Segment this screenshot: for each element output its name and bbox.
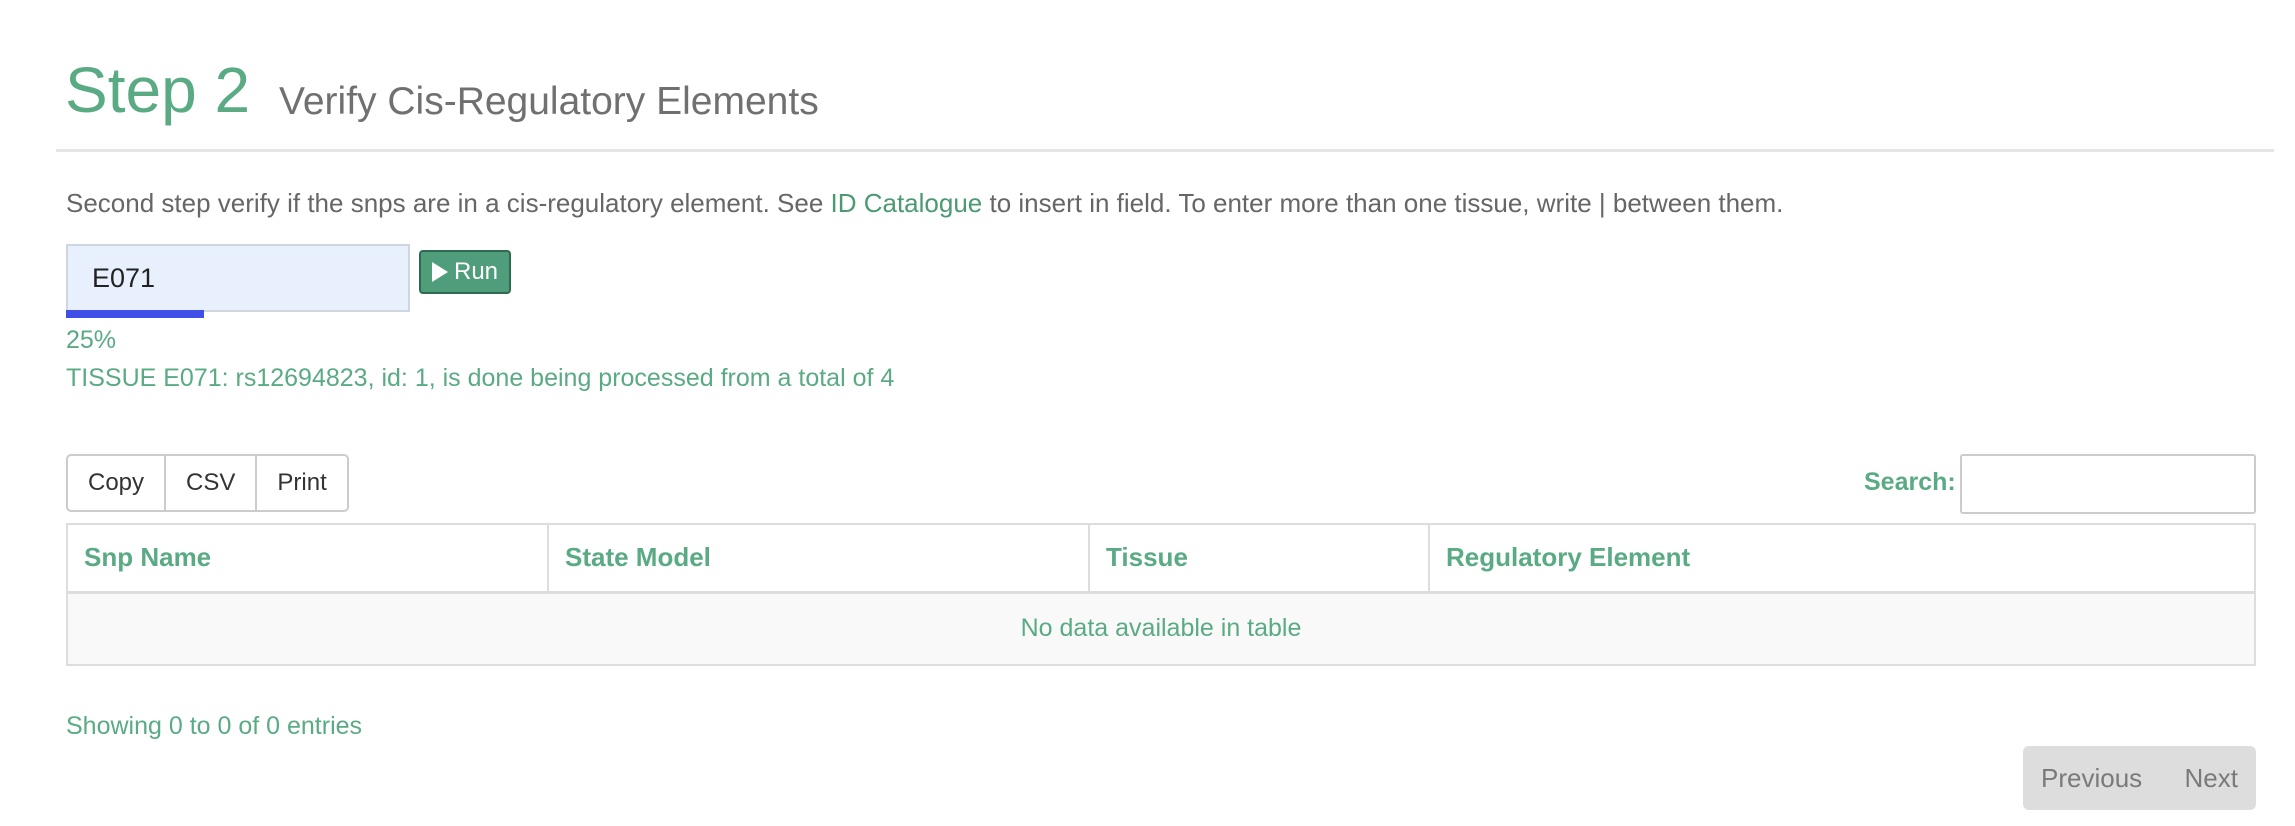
search-label: Search: <box>1864 468 1956 496</box>
header-divider <box>56 149 2274 152</box>
next-button[interactable]: Next <box>2185 763 2238 794</box>
print-button[interactable]: Print <box>257 456 346 510</box>
progress-bar-fill <box>66 310 204 318</box>
column-header-regulatory-element[interactable]: Regulatory Element <box>1429 524 2255 594</box>
results-table: Snp Name State Model Tissue Regulatory E… <box>66 523 2256 666</box>
column-header-state-model[interactable]: State Model <box>548 524 1090 594</box>
column-header-tissue[interactable]: Tissue <box>1089 524 1430 594</box>
progress-bar <box>66 310 616 318</box>
play-icon <box>431 262 448 282</box>
previous-button[interactable]: Previous <box>2041 763 2142 794</box>
table-row: No data available in table <box>67 592 2255 665</box>
table-info: Showing 0 to 0 of 0 entries <box>66 712 363 740</box>
run-button[interactable]: Run <box>419 250 511 294</box>
csv-button[interactable]: CSV <box>166 456 258 510</box>
step-subtitle: Verify Cis-Regulatory Elements <box>279 80 819 123</box>
progress-status: TISSUE E071: rs12694823, id: 1, is done … <box>66 364 895 392</box>
pagination: Previous Next <box>2023 746 2256 810</box>
step-title: Step 2 <box>65 54 251 126</box>
id-catalogue-link[interactable]: ID Catalogue <box>831 188 983 218</box>
progress-percent: 25% <box>66 326 117 354</box>
tissue-input[interactable] <box>66 244 410 312</box>
intro-text-after: to insert in field. To enter more than o… <box>982 188 1784 218</box>
export-button-group: Copy CSV Print <box>66 454 349 512</box>
copy-button[interactable]: Copy <box>68 456 167 510</box>
table-header-row: Snp Name State Model Tissue Regulatory E… <box>67 524 2255 594</box>
search-input[interactable] <box>1960 454 2256 514</box>
intro-text-before: Second step verify if the snps are in a … <box>66 188 831 218</box>
empty-table-message: No data available in table <box>67 592 2255 665</box>
column-header-snp-name[interactable]: Snp Name <box>67 524 549 594</box>
intro-text: Second step verify if the snps are in a … <box>66 188 1783 219</box>
run-button-label: Run <box>453 258 499 285</box>
